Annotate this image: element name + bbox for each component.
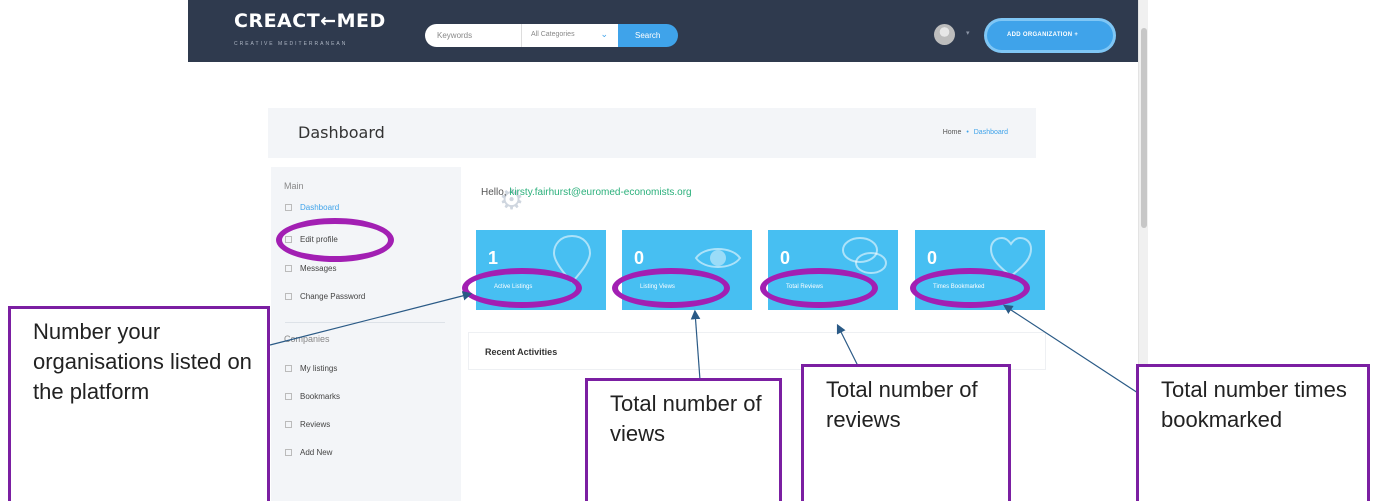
- highlight-ring-listing-views: [612, 268, 730, 308]
- annotation-reviews-note: Total number of reviews: [801, 364, 1011, 501]
- highlight-ring-times-bookmarked: [910, 268, 1030, 308]
- annotation-bookmarks-note: Total number times bookmarked: [1136, 364, 1370, 501]
- breadcrumb: Home • Dashboard: [943, 129, 1008, 136]
- page-title-bar: Dashboard Home • Dashboard: [268, 108, 1036, 158]
- add-organization-button[interactable]: ADD ORGANIZATION +: [987, 21, 1113, 50]
- sidebar-item-add-new[interactable]: Add New: [285, 448, 332, 457]
- category-select[interactable]: All Categories ⌄: [521, 24, 618, 47]
- caret-down-icon[interactable]: ▾: [966, 29, 970, 37]
- stat-value: 0: [634, 248, 645, 268]
- sidebar-item-my-listings[interactable]: My listings: [285, 364, 337, 373]
- sidebar-item-reviews[interactable]: Reviews: [285, 420, 330, 429]
- stat-value: 0: [927, 248, 938, 268]
- sidebar-item-label: Dashboard: [300, 203, 340, 212]
- sidebar-section-main: Main: [284, 181, 304, 191]
- breadcrumb-separator: •: [966, 129, 969, 136]
- sidebar-divider: [285, 322, 445, 323]
- greeting-prefix: Hello,: [481, 187, 510, 198]
- plus-icon: [285, 449, 292, 457]
- highlight-ring-total-reviews: [760, 268, 878, 308]
- stat-value: 0: [780, 248, 791, 268]
- breadcrumb-home[interactable]: Home: [943, 129, 962, 136]
- annotation-views-note: Total number of views: [585, 378, 782, 501]
- sidebar-item-label: Bookmarks: [300, 392, 341, 401]
- breadcrumb-current: Dashboard: [973, 129, 1008, 136]
- sidebar-item-dashboard[interactable]: Dashboard: [285, 203, 339, 212]
- lock-icon: [285, 293, 292, 301]
- chevron-down-icon: ⌄: [600, 29, 608, 39]
- logo-tagline: CREATIVE MEDITERRANEAN: [234, 41, 348, 47]
- stat-value: 1: [488, 248, 499, 268]
- sidebar-item-messages[interactable]: Messages: [285, 264, 336, 273]
- sidebar-item-label: My listings: [300, 364, 338, 373]
- list-icon: [285, 365, 292, 373]
- user-avatar[interactable]: [934, 24, 955, 45]
- sidebar-item-bookmarks[interactable]: Bookmarks: [285, 392, 340, 401]
- greeting: Hello, kirsty.fairhurst@euromed-economis…: [481, 187, 692, 198]
- category-select-value: All Categories: [531, 31, 575, 38]
- sidebar-item-change-password[interactable]: Change Password: [285, 292, 365, 301]
- page-title: Dashboard: [298, 123, 385, 142]
- sidebar-item-label: Change Password: [300, 292, 366, 301]
- dashboard-sidebar: Main ⚙ Dashboard Edit profile Messages C…: [271, 167, 524, 501]
- message-icon: [285, 265, 292, 273]
- sidebar-item-label: Add New: [300, 448, 333, 457]
- annotation-listings-note: Number your organisations listed on the …: [8, 306, 270, 501]
- highlight-ring-edit-profile: [276, 218, 394, 262]
- site-logo[interactable]: CREACT←MED: [234, 10, 386, 32]
- star-icon: [285, 421, 292, 429]
- sidebar-item-label: Messages: [300, 264, 337, 273]
- recent-activities-title: Recent Activities: [485, 347, 558, 357]
- bookmark-icon: [285, 393, 292, 401]
- user-email: kirsty.fairhurst@euromed-economists.org: [509, 187, 692, 198]
- sidebar-item-label: Reviews: [300, 420, 331, 429]
- highlight-ring-active-listings: [462, 268, 582, 308]
- search-button[interactable]: Search: [618, 24, 678, 47]
- scrollbar-thumb[interactable]: [1141, 28, 1147, 228]
- dashboard-icon: [285, 204, 292, 212]
- sidebar-section-companies: Companies: [284, 334, 330, 344]
- top-navbar: CREACT←MED CREATIVE MEDITERRANEAN Keywor…: [188, 0, 1138, 62]
- keyword-search-input[interactable]: Keywords: [425, 24, 521, 47]
- annotated-screenshot: CREACT←MED CREATIVE MEDITERRANEAN Keywor…: [0, 0, 1378, 501]
